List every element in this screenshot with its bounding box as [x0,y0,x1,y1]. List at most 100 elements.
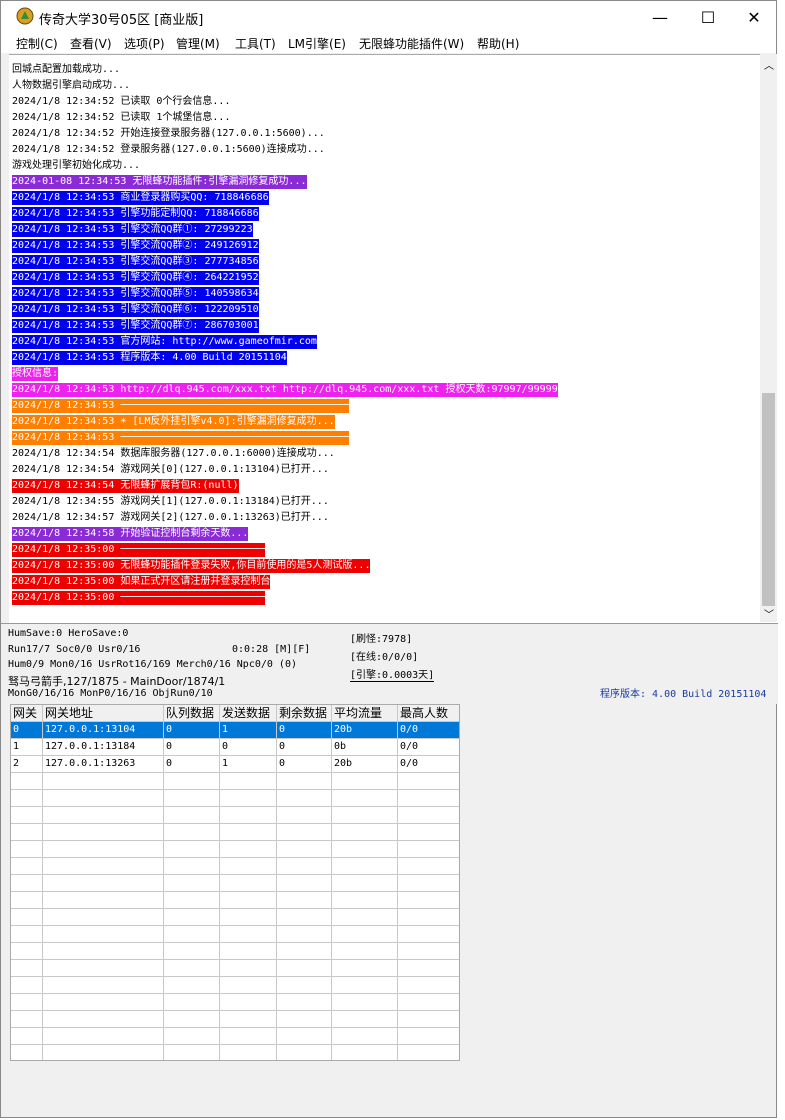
table-cell[interactable]: 20b [332,756,398,772]
status-refresh-monster: [刷怪:7978] [350,634,413,645]
log-line: 2024/1/8 12:34:53 引擎交流QQ群④: 264221952 [12,271,259,285]
scroll-thumb[interactable] [762,393,775,606]
log-line: 2024/1/8 12:34:52 开始连接登录服务器(127.0.0.1:56… [12,128,325,139]
grid-row-divider [11,874,459,875]
status-counts: Hum0/9 Mon0/16 UsrRot16/169 Merch0/16 Np… [8,659,297,670]
table-cell[interactable]: 1 [220,722,277,738]
grid-row-divider [11,925,459,926]
minimize-button[interactable]: — [637,1,683,33]
table-cell[interactable]: 0 [277,722,332,738]
table-cell[interactable]: 0 [164,739,220,755]
table-cell[interactable]: 127.0.0.1:13263 [43,756,164,772]
column-header[interactable]: 队列数据 [164,705,220,721]
menu-plugin[interactable]: 无限蜂功能插件(W) [359,35,464,52]
grid-row-divider [11,823,459,824]
table-cell[interactable]: 0b [332,739,398,755]
grid-row-divider [11,721,459,722]
log-line: 2024/1/8 12:34:54 无限蜂扩展背包R:(null) [12,479,239,493]
status-version: 程序版本: 4.00 Build 20151104 [600,689,767,700]
log-line: 2024/1/8 12:35:00 如果正式开区请注册并登录控制台 [12,575,271,589]
log-line: 2024/1/8 12:34:54 游戏网关[0](127.0.0.1:1310… [12,464,329,475]
log-line: 2024/1/8 12:34:52 已读取 1个城堡信息... [12,112,231,123]
log-line: 2024/1/8 12:35:00 ──────────────────────… [12,543,265,557]
table-cell[interactable]: 0/0 [398,722,459,738]
menu-control[interactable]: 控制(C) [16,35,58,52]
log-line: 2024/1/8 12:34:53 引擎功能定制QQ: 718846686 [12,207,259,221]
table-cell[interactable]: 0 [220,739,277,755]
grid-row-divider [11,857,459,858]
table-cell[interactable]: 1 [220,756,277,772]
grid-row-divider [11,976,459,977]
log-line: 2024/1/8 12:34:55 游戏网关[1](127.0.0.1:1318… [12,496,329,507]
log-line: 回城点配置加载成功... [12,64,121,75]
close-button[interactable]: ✕ [731,1,777,33]
gateway-table[interactable]: 网关 网关地址 队列数据 发送数据 剩余数据 平均流量 最高人数 0 127.0.0.1:131… [10,704,460,1061]
scroll-down-icon[interactable]: ﹀ [764,606,774,621]
menu-tools[interactable]: 工具(T) [235,35,276,52]
log-line: 2024/1/8 12:34:53 引擎交流QQ群⑦: 286703001 [12,319,259,333]
table-cell[interactable]: 0 [164,756,220,772]
grid-column-divider [331,705,332,1060]
log-panel[interactable]: 回城点配置加载成功... 人物数据引擎启动成功... 2024/1/8 12:34:… [9,54,777,623]
table-cell[interactable]: 127.0.0.1:13184 [43,739,164,755]
status-mon: MonG0/16/16 MonP0/16/16 ObjRun0/10 [8,688,213,699]
menu-options[interactable]: 选项(P) [124,35,165,52]
log-line: 2024/1/8 12:34:52 登录服务器(127.0.0.1:5600)连… [12,144,325,155]
grid-row-divider [11,755,459,756]
grid-row-divider [11,942,459,943]
table-cell[interactable]: 127.0.0.1:13104 [43,722,164,738]
grid-row-divider [11,959,459,960]
table-cell[interactable]: 0 [164,722,220,738]
log-line: 2024-01-08 12:34:53 无限蜂功能插件:引擎漏洞修复成功... [12,175,307,189]
maximize-button[interactable]: ☐ [685,1,731,33]
column-header[interactable]: 网关 [11,705,43,721]
grid-row-divider [11,1027,459,1028]
table-cell[interactable]: 0 [277,756,332,772]
log-line: 2024/1/8 12:34:53 商业登录器购买QQ: 718846686 [12,191,269,205]
window-title: 传奇大学30号05区 [商业版] [39,13,204,28]
menu-help[interactable]: 帮助(H) [477,35,519,52]
log-line: 2024/1/8 12:34:53 引擎交流QQ群②: 249126912 [12,239,259,253]
grid-row-divider [11,772,459,773]
log-line: 2024/1/8 12:34:58 开始验证控制台剩余天数... [12,527,249,541]
log-line: 2024/1/8 12:34:53 引擎交流QQ群①: 27299223 [12,223,253,237]
table-cell[interactable]: 0/0 [398,739,459,755]
grid-row-divider [11,789,459,790]
grid-row-divider [11,806,459,807]
status-monster: 驽马弓箭手,127/1875 - MainDoor/1874/1 [8,675,226,688]
log-line: 游戏处理引擎初始化成功... [12,160,141,171]
log-scrollbar[interactable]: ︿ ﹀ [760,54,777,622]
column-header[interactable]: 网关地址 [43,705,164,721]
main-window: 传奇大学30号05区 [商业版] — ☐ ✕ 控制(C) 查看(V) 选项(P)… [0,0,778,1118]
grid-column-divider [276,705,277,1060]
grid-column-divider [42,705,43,1060]
status-panel: HumSave:0 HeroSave:0 Run17/7 Soc0/0 Usr0… [1,623,778,704]
log-line: 2024/1/8 12:35:00 无限蜂功能插件登录失败,你目前使用的是5人测… [12,559,371,573]
log-line: 2024/1/8 12:34:57 游戏网关[2](127.0.0.1:1326… [12,512,329,523]
column-header[interactable]: 平均流量 [332,705,398,721]
column-header[interactable]: 最高人数 [398,705,459,721]
log-line: 2024/1/8 12:34:53 程序版本: 4.00 Build 20151… [12,351,287,365]
log-line: 2024/1/8 12:34:53 引擎交流QQ群⑥: 122209510 [12,303,259,317]
grid-row-divider [11,840,459,841]
table-cell[interactable]: 1 [11,739,43,755]
menu-lm-engine[interactable]: LM引擎(E) [288,35,346,52]
log-line: 2024/1/8 12:34:54 数据库服务器(127.0.0.1:6000)… [12,448,335,459]
table-cell[interactable]: 0/0 [398,756,459,772]
title-bar[interactable]: 传奇大学30号05区 [商业版] — ☐ ✕ [1,1,776,33]
menu-manage[interactable]: 管理(M) [176,35,220,52]
table-cell[interactable]: 0 [11,722,43,738]
column-header[interactable]: 剩余数据 [277,705,332,721]
table-cell[interactable]: 20b [332,722,398,738]
column-header[interactable]: 发送数据 [220,705,277,721]
table-cell[interactable]: 0 [277,739,332,755]
grid-row-divider [11,891,459,892]
app-icon [16,7,34,25]
scroll-up-icon[interactable]: ︿ [764,57,774,72]
table-cell[interactable]: 2 [11,756,43,772]
log-line: 2024/1/8 12:34:53 引擎交流QQ群③: 277734856 [12,255,259,269]
grid-row-divider [11,908,459,909]
log-line: 2024/1/8 12:35:00 ──────────────────────… [12,591,265,605]
menu-view[interactable]: 查看(V) [70,35,112,52]
grid-row-divider [11,738,459,739]
